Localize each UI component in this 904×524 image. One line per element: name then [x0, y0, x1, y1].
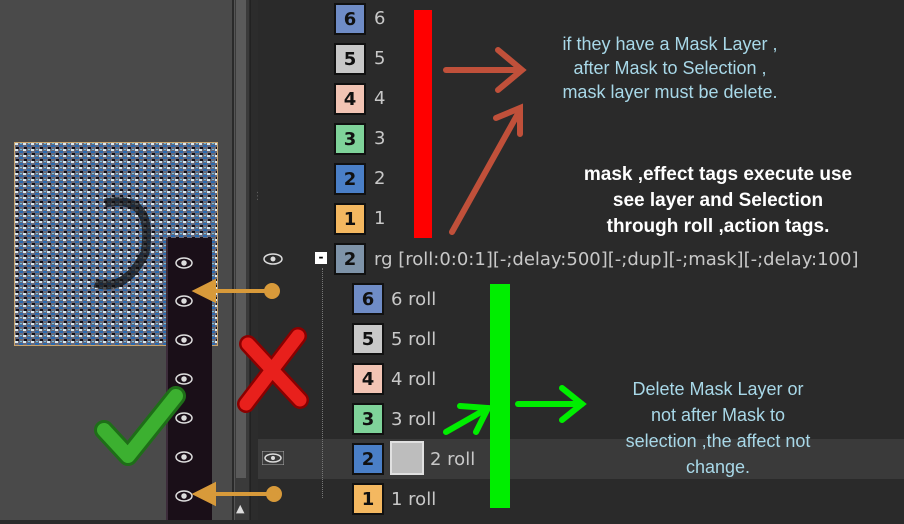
- note-line: not after Mask to: [650, 405, 786, 425]
- note-mask-delete: if they have a Mask Layer , after Mask t…: [520, 32, 820, 104]
- red-diagonal-arrow-icon: [449, 103, 523, 235]
- note-line: change.: [685, 457, 751, 477]
- green-diagonal-arrow-icon: [443, 403, 493, 435]
- note-tags: mask ,effect tags execute use see layer …: [548, 162, 888, 240]
- note-line: mask ,effect tags execute use: [583, 164, 853, 185]
- green-check-icon: [94, 386, 186, 466]
- note-line: Delete Mask Layer or: [632, 379, 804, 399]
- note-line: mask layer must be delete.: [562, 82, 778, 102]
- green-arrow-icon: [515, 385, 587, 423]
- note-line: through roll ,action tags.: [606, 216, 830, 237]
- note-line: selection ,the affect not: [625, 431, 811, 451]
- orange-arrow-icon: [191, 278, 280, 304]
- red-arrow-icon: [443, 47, 527, 93]
- orange-arrow-icon: [191, 481, 282, 507]
- note-line: if they have a Mask Layer ,: [562, 34, 778, 54]
- note-line: see layer and Selection: [612, 190, 824, 211]
- note-line: after Mask to Selection ,: [573, 58, 767, 78]
- red-cross-icon: [237, 327, 309, 413]
- note-no-change: Delete Mask Layer or not after Mask to s…: [588, 376, 848, 480]
